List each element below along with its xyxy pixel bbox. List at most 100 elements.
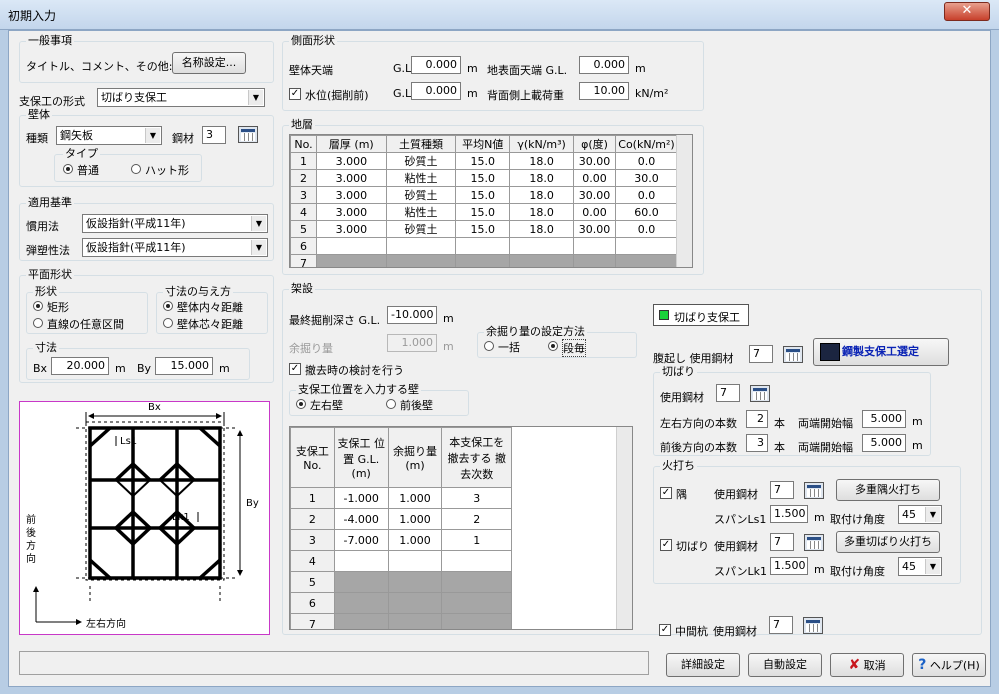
extra-all-radio[interactable]	[484, 341, 494, 351]
close-button[interactable]: ✕	[944, 2, 990, 21]
strata-cell[interactable]: 60.0	[614, 203, 679, 221]
strata-cell[interactable]: 0.00	[573, 203, 616, 221]
strata-cell[interactable]	[509, 254, 575, 267]
wall-top-input[interactable]: 0.000	[411, 56, 461, 74]
strut-fire-checkbox[interactable]: ✓	[660, 539, 672, 551]
shoring-cell[interactable]: -1.000	[333, 487, 389, 509]
auto-settings-button[interactable]: 自動設定	[748, 653, 822, 677]
fb-count-input[interactable]: 3	[746, 434, 768, 452]
strata-cell[interactable]: 15.0	[455, 186, 511, 204]
shoring-cell[interactable]	[333, 550, 389, 572]
lr-count-input[interactable]: 2	[746, 410, 768, 428]
shoring-cell[interactable]: 1	[441, 529, 512, 551]
lr-start-input[interactable]: 5.000	[862, 410, 906, 428]
lk1-input[interactable]: 1.500	[770, 557, 808, 575]
surcharge-input[interactable]: 10.00	[579, 82, 629, 100]
shape-any-radio[interactable]	[33, 318, 43, 328]
fb-start-input[interactable]: 5.000	[862, 434, 906, 452]
shoring-cell[interactable]	[441, 592, 512, 614]
strata-cell[interactable]: 粘性土	[385, 203, 457, 221]
dim-center-radio[interactable]	[163, 318, 173, 328]
shape-rect-radio[interactable]	[33, 301, 43, 311]
strata-cell[interactable]	[455, 237, 511, 255]
strata-cell[interactable]: 0.00	[573, 169, 616, 187]
strata-cell[interactable]: 18.0	[509, 203, 575, 221]
shoring-cell[interactable]: 1.000	[387, 529, 443, 551]
strata-cell[interactable]: 3.000	[315, 152, 387, 170]
strata-cell[interactable]: 18.0	[509, 220, 575, 238]
strata-cell[interactable]	[573, 254, 616, 267]
strata-cell[interactable]: 15.0	[455, 220, 511, 238]
shoring-cell[interactable]	[387, 592, 443, 614]
strata-cell[interactable]: 砂質土	[385, 186, 457, 204]
support-type-select[interactable]: 切ばり支保工 ▼	[97, 88, 265, 107]
shoring-cell[interactable]	[387, 571, 443, 593]
cancel-button[interactable]: ✘ 取消	[830, 653, 904, 677]
shoring-cell[interactable]	[441, 550, 512, 572]
detail-settings-button[interactable]: 詳細設定	[666, 653, 740, 677]
strata-cell[interactable]: 粘性土	[385, 169, 457, 187]
shoring-cell[interactable]	[441, 613, 512, 629]
shoring-scrollbar[interactable]	[616, 427, 632, 629]
type-hat-radio[interactable]	[131, 164, 141, 174]
shoring-cell[interactable]	[333, 571, 389, 593]
dim-inner-radio[interactable]	[163, 301, 173, 311]
shoring-cell[interactable]	[387, 613, 443, 629]
shoring-cell[interactable]	[333, 613, 389, 629]
steel-select-button[interactable]: 鋼製支保工選定	[813, 338, 949, 366]
multi-strut-button[interactable]: 多重切ばり火打ち	[836, 531, 940, 553]
strata-cell[interactable]: 0.0	[614, 220, 679, 238]
strata-cell[interactable]: 30.0	[614, 169, 679, 187]
shoring-cell[interactable]: 3	[441, 487, 512, 509]
strata-cell[interactable]	[385, 237, 457, 255]
name-settings-button[interactable]: 名称設定...	[172, 52, 246, 74]
water-input[interactable]: 0.000	[411, 82, 461, 100]
elastic-select[interactable]: 仮設指針(平成11年) ▼	[82, 238, 268, 257]
wall-lr-radio[interactable]	[296, 399, 306, 409]
extra-each-radio[interactable]	[548, 341, 558, 351]
strata-cell[interactable]	[509, 237, 575, 255]
table-icon[interactable]	[803, 617, 823, 634]
strata-cell[interactable]: 30.00	[573, 220, 616, 238]
strata-cell[interactable]: 15.0	[455, 203, 511, 221]
water-checkbox[interactable]: ✓	[289, 88, 301, 100]
strata-cell[interactable]: 18.0	[509, 152, 575, 170]
strata-cell[interactable]: 0.0	[614, 186, 679, 204]
strata-cell[interactable]: 3.000	[315, 169, 387, 187]
method-select[interactable]: 仮設指針(平成11年) ▼	[82, 214, 268, 233]
waler-input[interactable]: 7	[749, 345, 773, 363]
angle1-select[interactable]: 45 ▼	[898, 505, 942, 524]
wall-kind-select[interactable]: 鋼矢板 ▼	[56, 126, 162, 145]
shoring-cell[interactable]	[333, 592, 389, 614]
strata-cell[interactable]	[614, 237, 679, 255]
extra-input[interactable]: 1.000	[387, 334, 437, 352]
angle2-select[interactable]: 45 ▼	[898, 557, 942, 576]
final-depth-input[interactable]: -10.000	[387, 306, 437, 324]
removal-checkbox[interactable]: ✓	[289, 363, 301, 375]
shoring-cell[interactable]: 2	[441, 508, 512, 530]
shoring-cell[interactable]: -7.000	[333, 529, 389, 551]
strata-cell[interactable]: 3.000	[315, 186, 387, 204]
strata-cell[interactable]	[614, 254, 679, 267]
shoring-cell[interactable]: 1.000	[387, 487, 443, 509]
strata-cell[interactable]: 15.0	[455, 152, 511, 170]
wall-material-input[interactable]: 3	[202, 126, 226, 144]
multi-corner-button[interactable]: 多重隅火打ち	[836, 479, 940, 501]
corner-steel-input[interactable]: 7	[770, 481, 794, 499]
table-icon[interactable]	[783, 346, 803, 363]
strata-cell[interactable]: 砂質土	[385, 152, 457, 170]
strata-cell[interactable]: 18.0	[509, 186, 575, 204]
strata-cell[interactable]: 15.0	[455, 169, 511, 187]
shoring-cell[interactable]: -4.000	[333, 508, 389, 530]
strata-cell[interactable]: 0.0	[614, 152, 679, 170]
strut-fire-steel-input[interactable]: 7	[770, 533, 794, 551]
type-normal-radio[interactable]	[63, 164, 73, 174]
shoring-cell[interactable]	[441, 571, 512, 593]
strata-cell[interactable]: 30.00	[573, 186, 616, 204]
table-icon[interactable]	[804, 534, 824, 551]
wall-fb-radio[interactable]	[386, 399, 396, 409]
corner-checkbox[interactable]: ✓	[660, 487, 672, 499]
strata-cell[interactable]: 3.000	[315, 220, 387, 238]
strata-cell[interactable]: 砂質土	[385, 220, 457, 238]
strut-steel-input[interactable]: 7	[716, 384, 740, 402]
